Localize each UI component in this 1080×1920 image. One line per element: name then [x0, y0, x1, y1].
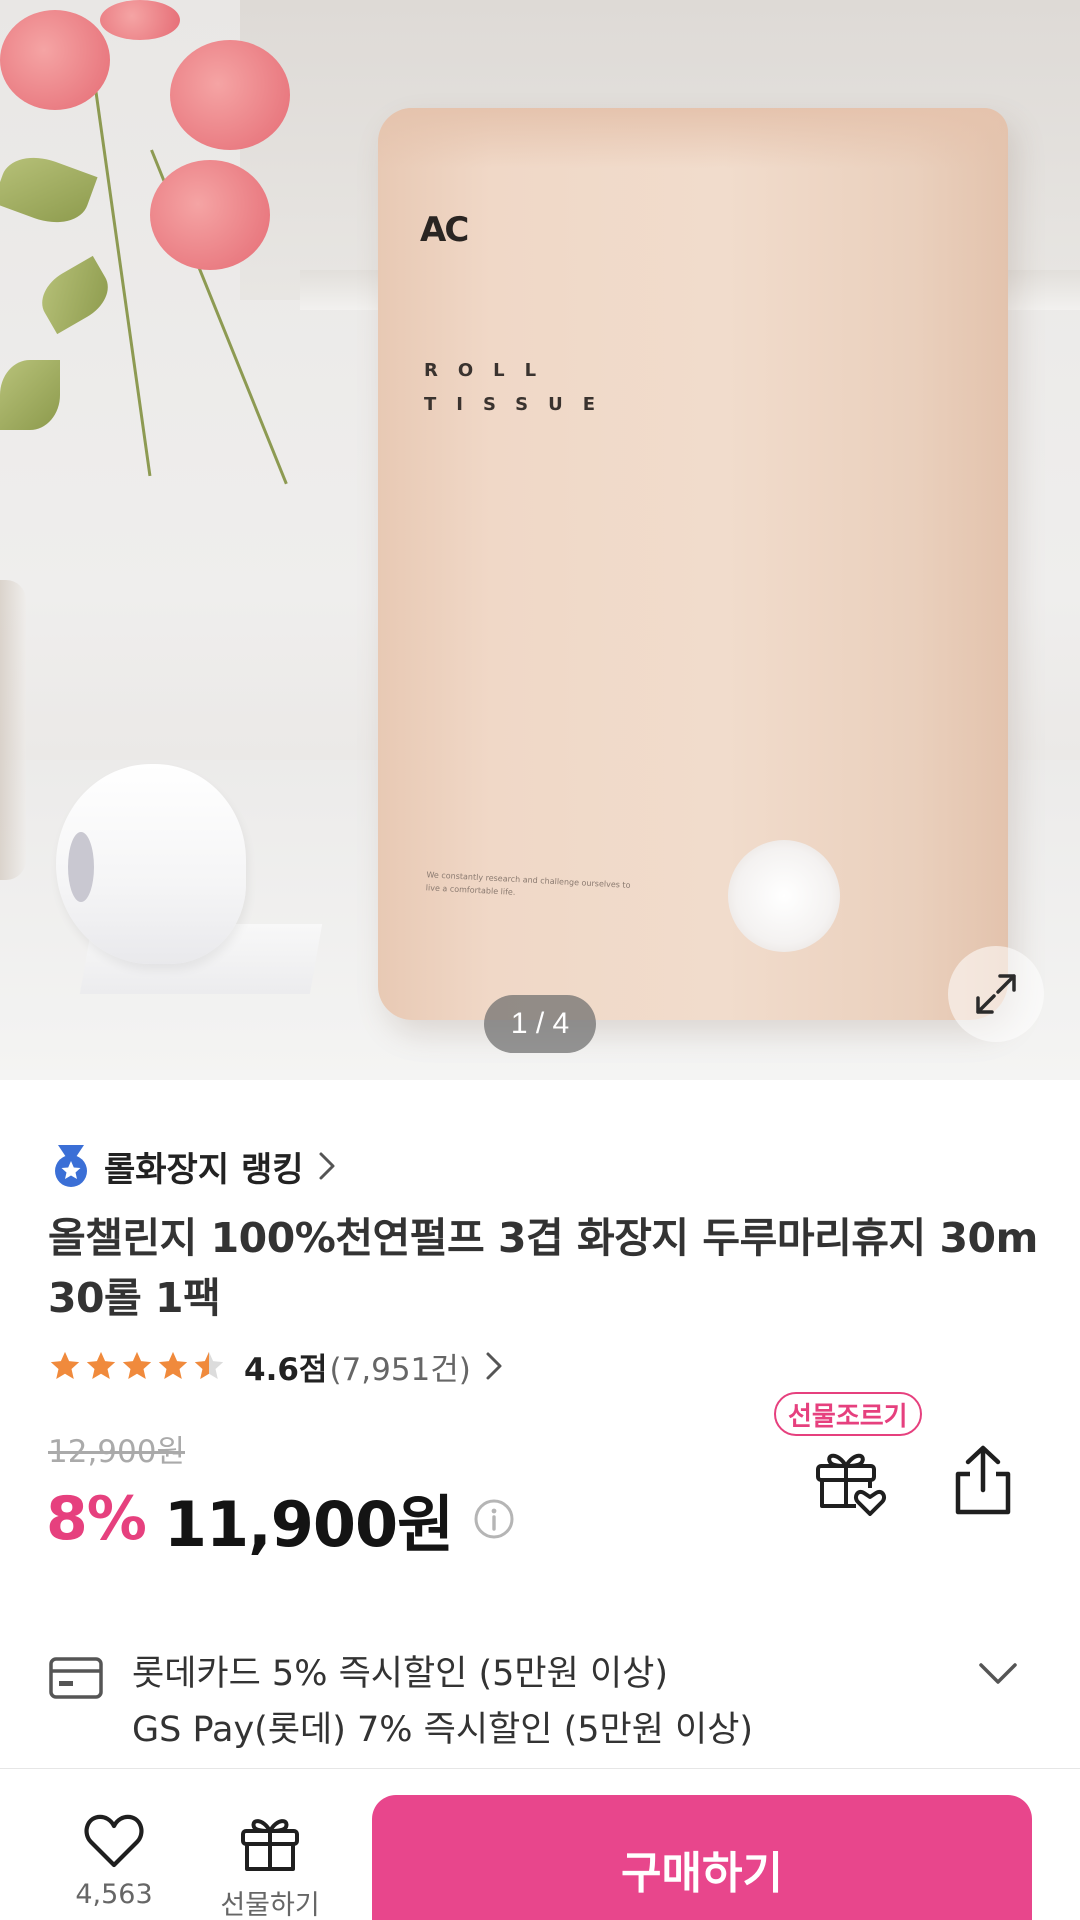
sale-price-row: 8% 11,900원	[46, 1474, 515, 1564]
share-icon[interactable]	[950, 1444, 1016, 1516]
half-star-icon	[194, 1351, 224, 1380]
tissue-roll	[56, 764, 323, 994]
flower-leaf	[32, 255, 118, 335]
flower	[0, 10, 110, 110]
gift-heart-icon[interactable]	[812, 1440, 888, 1516]
discount-rate: 8%	[46, 1484, 147, 1554]
rating-link[interactable]: 4.6점 (7,951건)	[48, 1340, 503, 1392]
flower	[100, 0, 180, 40]
expand-arrows-icon	[976, 974, 1016, 1014]
image-counter: 1 / 4	[484, 995, 596, 1053]
pack-tagline: We constantly research and challenge our…	[425, 870, 631, 897]
star-icon	[122, 1351, 152, 1380]
info-icon[interactable]	[473, 1498, 515, 1540]
gift-icon	[241, 1819, 299, 1871]
rating-score: 4.6점	[244, 1351, 328, 1388]
credit-card-icon	[49, 1657, 103, 1699]
flower-leaf	[0, 146, 98, 234]
pack-text-tissue: TISSUE	[424, 394, 616, 415]
heart-icon	[84, 1814, 144, 1868]
star-icon	[50, 1351, 80, 1380]
zoom-button[interactable]	[948, 946, 1044, 1042]
benefit-line: GS Pay(롯데) 7% 즉시할인 (5만원 이상)	[132, 1710, 754, 1750]
flower	[150, 160, 270, 270]
like-button[interactable]: 4,563	[54, 1813, 174, 1910]
medal-icon	[55, 1145, 87, 1187]
pack-text-roll: ROLL	[424, 360, 557, 381]
brand-logo: AC	[420, 210, 469, 250]
rating-stars	[48, 1349, 228, 1383]
chevron-right-icon	[486, 1352, 502, 1380]
chevron-right-icon	[319, 1152, 335, 1180]
bottom-action-bar: 4,563 선물하기 구매하기	[0, 1768, 1080, 1920]
star-icon	[86, 1351, 116, 1380]
ranking-label: 롤화장지 랭킹	[104, 1149, 304, 1190]
benefit-line: 롯데카드 5% 즉시할인 (5만원 이상)	[132, 1654, 669, 1694]
star-icon	[158, 1351, 188, 1380]
flower	[170, 40, 290, 150]
vase	[0, 580, 26, 880]
tissue-pack: AC ROLL TISSUE We constantly research an…	[378, 108, 1008, 1020]
ranking-link[interactable]: 롤화장지 랭킹	[50, 1142, 336, 1190]
rating-count: (7,951건)	[329, 1351, 471, 1388]
chevron-down-icon[interactable]	[978, 1662, 1018, 1686]
original-price: 12,900원	[48, 1434, 185, 1470]
like-count: 4,563	[75, 1879, 153, 1910]
gift-label: 선물하기	[220, 1890, 320, 1920]
sale-price: 11,900원	[163, 1488, 454, 1561]
pack-window	[728, 840, 840, 952]
flower-leaf	[0, 360, 60, 430]
gift-button[interactable]: 선물하기	[210, 1813, 330, 1920]
product-image-carousel[interactable]: AC ROLL TISSUE We constantly research an…	[0, 0, 1080, 1080]
buy-button[interactable]: 구매하기	[372, 1795, 1032, 1920]
gift-request-tag[interactable]: 선물조르기	[774, 1392, 922, 1436]
product-title: 올챌린지 100%천연펄프 3겹 화장지 두루마리휴지 30m 30롤 1팩	[48, 1214, 1038, 1322]
